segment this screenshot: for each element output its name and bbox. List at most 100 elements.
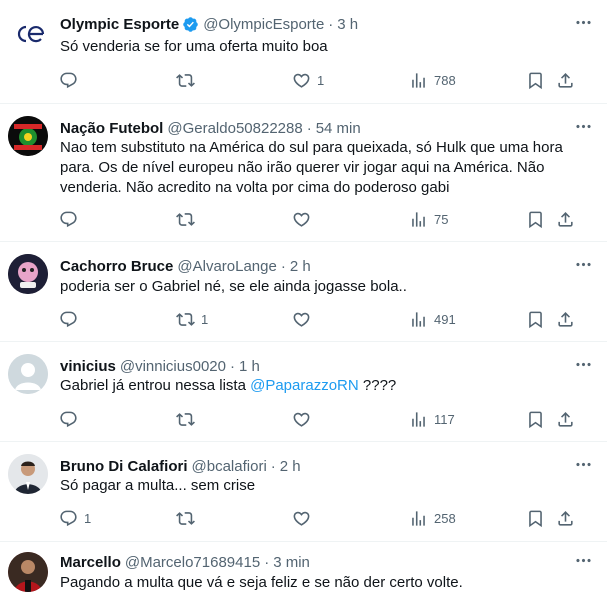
more-dots-icon[interactable] (573, 254, 593, 274)
timestamp[interactable]: 3 min (273, 554, 310, 571)
views-icon (409, 210, 428, 229)
retweet-button[interactable]: 1 (176, 307, 208, 331)
tweet-marcello[interactable]: Marcello @Marcelo71689415 · 3 min Pagand… (0, 542, 607, 604)
handle[interactable]: @vinnicius0020 (120, 358, 226, 375)
more-dots-icon[interactable] (573, 12, 593, 32)
share-icon (556, 71, 575, 90)
heart-icon (292, 71, 311, 90)
views-icon (409, 310, 428, 329)
timestamp[interactable]: 3 h (337, 16, 358, 33)
retweet-count: 1 (201, 311, 209, 327)
retweet-button[interactable] (176, 207, 201, 231)
handle[interactable]: @bcalafiori (192, 458, 267, 475)
views-icon (409, 410, 428, 429)
bookmark-button[interactable] (526, 307, 545, 331)
view-count: 117 (434, 411, 455, 427)
separator: · (229, 357, 235, 375)
tweet-bruno-di-calafiori[interactable]: Bruno Di Calafiori @bcalafiori · 2 h Só … (0, 442, 607, 542)
bookmark-icon (526, 509, 545, 528)
person-avatar-icon (8, 552, 48, 592)
handle[interactable]: @Geraldo50822288 (167, 120, 302, 137)
retweet-icon (176, 310, 195, 329)
retweet-button[interactable] (176, 407, 201, 431)
handle[interactable]: @OlympicEsporte (203, 16, 324, 33)
bookmark-button[interactable] (526, 407, 545, 431)
share-button[interactable] (556, 506, 575, 530)
views-button[interactable]: 788 (409, 68, 456, 92)
view-count: 788 (434, 72, 456, 88)
display-name[interactable]: Olympic Esporte (60, 16, 179, 33)
views-button[interactable]: 75 (409, 207, 448, 231)
separator: · (264, 553, 270, 571)
share-button[interactable] (556, 207, 575, 231)
more-dots-icon[interactable] (573, 550, 593, 570)
tweet-text-part: ???? (358, 377, 397, 394)
bookmark-button[interactable] (526, 207, 545, 231)
like-button[interactable] (292, 307, 317, 331)
handle[interactable]: @Marcelo71689415 (125, 554, 260, 571)
reply-icon (59, 410, 78, 429)
views-button[interactable]: 117 (409, 407, 455, 431)
avatar[interactable] (8, 354, 48, 394)
tweet-header: Marcello @Marcelo71689415 · 3 min (60, 552, 597, 572)
like-button[interactable] (292, 207, 317, 231)
share-icon (556, 310, 575, 329)
share-button[interactable] (556, 68, 575, 92)
share-button[interactable] (556, 307, 575, 331)
reply-icon (59, 71, 78, 90)
bookmark-button[interactable] (526, 506, 545, 530)
separator: · (306, 119, 312, 137)
retweet-button[interactable] (176, 68, 201, 92)
more-dots-icon[interactable] (573, 454, 593, 474)
view-count: 258 (434, 510, 456, 526)
like-button[interactable] (292, 506, 317, 530)
avatar[interactable] (8, 254, 48, 294)
views-icon (409, 71, 428, 90)
tweet-header: vinicius @vinnicius0020 · 1 h (60, 356, 597, 376)
tweet-text: Só venderia se for uma oferta muito boa (60, 38, 328, 55)
display-name[interactable]: vinicius (60, 358, 116, 375)
avatar[interactable] (8, 14, 48, 54)
reply-icon (59, 509, 78, 528)
retweet-icon (176, 210, 195, 229)
tweet-text: Gabriel já entrou nessa lista @Paparazzo… (60, 376, 593, 396)
reply-button[interactable] (59, 307, 84, 331)
tweet-nacao-futebol[interactable]: Nação Futebol @Geraldo50822288 · 54 min … (0, 104, 607, 242)
retweet-button[interactable] (176, 506, 201, 530)
reply-button[interactable] (59, 407, 84, 431)
timestamp[interactable]: 2 h (280, 458, 301, 475)
more-dots-icon[interactable] (573, 354, 593, 374)
avatar[interactable] (8, 552, 48, 592)
avatar[interactable] (8, 454, 48, 494)
views-button[interactable]: 258 (409, 506, 456, 530)
tweet-actions: 1 788 (0, 68, 607, 92)
handle[interactable]: @AlvaroLange (177, 258, 276, 275)
like-button[interactable] (292, 407, 317, 431)
tweet-cachorro-bruce[interactable]: Cachorro Bruce @AlvaroLange · 2 h poderi… (0, 242, 607, 342)
timestamp[interactable]: 2 h (290, 258, 311, 275)
share-button[interactable] (556, 407, 575, 431)
display-name[interactable]: Marcello (60, 554, 121, 571)
retweet-icon (176, 71, 195, 90)
display-name[interactable]: Cachorro Bruce (60, 258, 173, 275)
tweet-olympic-esporte[interactable]: Olympic Esporte @OlympicEsporte · 3 h Só… (0, 0, 607, 104)
tweet-vinicius[interactable]: vinicius @vinnicius0020 · 1 h Gabriel já… (0, 342, 607, 442)
reply-button[interactable]: 1 (59, 506, 91, 530)
views-button[interactable]: 491 (409, 307, 456, 331)
tweet-text-part: Gabriel já entrou nessa lista (60, 377, 251, 394)
timestamp[interactable]: 1 h (239, 358, 260, 375)
tweet-actions: 117 (0, 407, 607, 431)
display-name[interactable]: Nação Futebol (60, 120, 163, 137)
share-icon (556, 509, 575, 528)
tweet-actions: 1 491 (0, 307, 607, 331)
more-dots-icon[interactable] (573, 116, 593, 136)
display-name[interactable]: Bruno Di Calafiori (60, 458, 188, 475)
reply-button[interactable] (59, 68, 84, 92)
like-button[interactable]: 1 (292, 68, 324, 92)
avatar[interactable] (8, 116, 48, 156)
timestamp[interactable]: 54 min (316, 120, 361, 137)
person-avatar-icon (8, 454, 48, 494)
bookmark-button[interactable] (526, 68, 545, 92)
reply-button[interactable] (59, 207, 84, 231)
mention-link[interactable]: @PaparazzoRN (250, 377, 359, 394)
